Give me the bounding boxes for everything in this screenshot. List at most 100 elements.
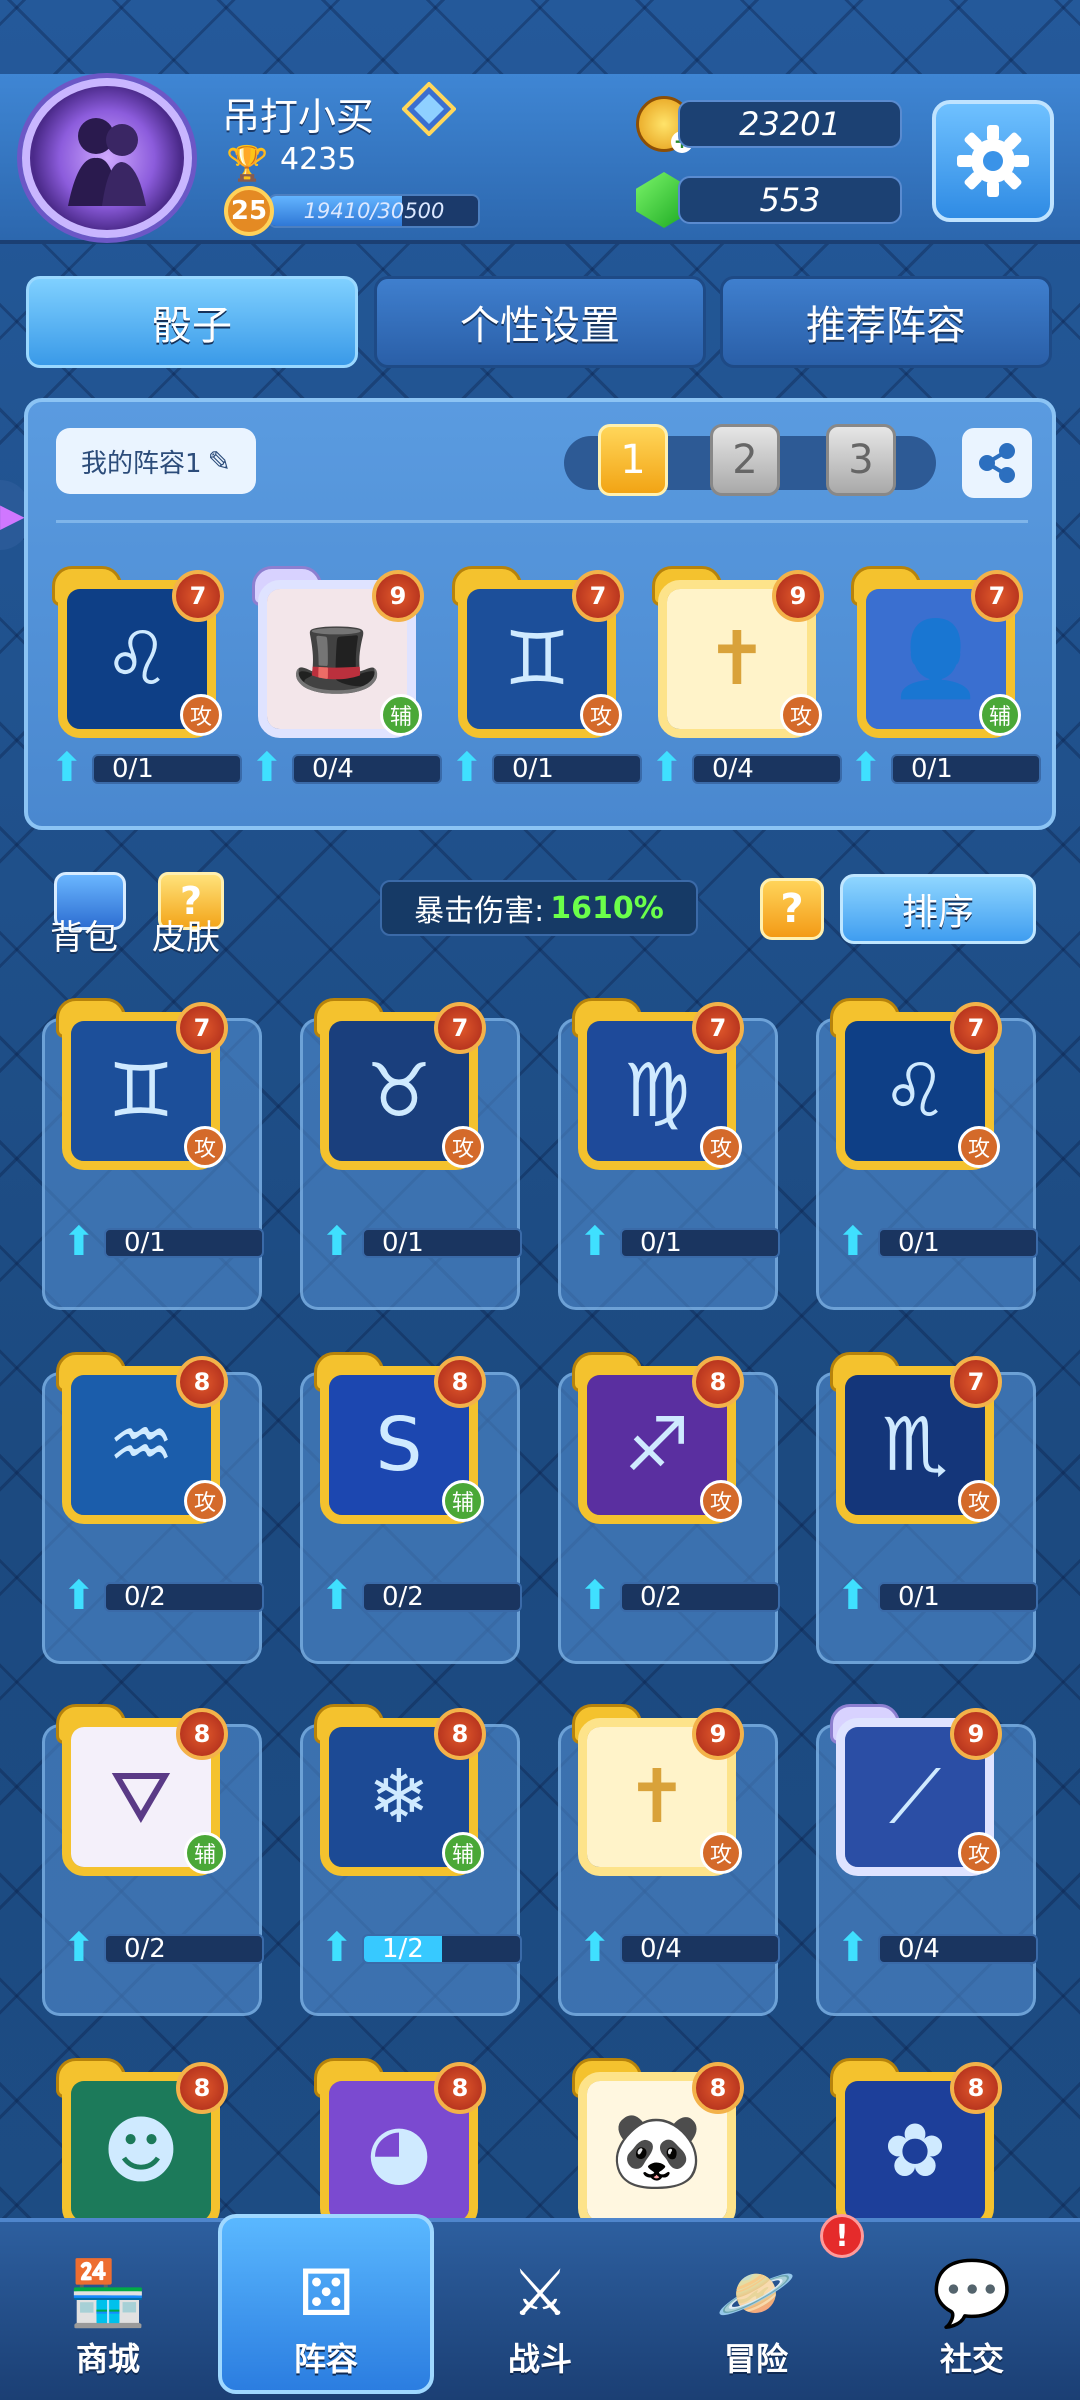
help-button[interactable]: ? xyxy=(760,878,824,940)
deck-die-card[interactable]: ✝ 9 攻 xyxy=(652,566,824,738)
nav-item-swords[interactable]: ⚔ 战斗 xyxy=(440,2230,640,2390)
upgrade-arrow-icon: ⬆ xyxy=(849,745,883,791)
sort-button[interactable]: 排序 xyxy=(840,874,1036,944)
card-role-badge: 攻 xyxy=(958,1832,1000,1874)
collection-die-card[interactable]: ✝ 9 攻 xyxy=(572,1704,744,1876)
upgrade-progress: ⬆ 0/4 xyxy=(650,748,844,788)
upgrade-progress: ⬆ 0/2 xyxy=(62,1928,266,1968)
collection-die-card[interactable]: ⛛ 8 辅 xyxy=(56,1704,228,1876)
deck-name: 我的阵容1 xyxy=(80,448,202,479)
card-role-badge: 辅 xyxy=(442,1480,484,1522)
card-level-badge: 8 xyxy=(434,1708,486,1760)
progress-bar: 0/2 xyxy=(362,1582,522,1612)
card-level-badge: 7 xyxy=(971,570,1023,622)
deck-slot-1[interactable]: 1 xyxy=(598,424,668,496)
progress-bar: 0/1 xyxy=(362,1228,522,1258)
card-role-badge: 攻 xyxy=(700,1832,742,1874)
deck-slot-3[interactable]: 3 xyxy=(826,424,896,496)
progress-bar: 0/1 xyxy=(104,1228,264,1258)
collection-die-card[interactable]: ♊ 7 攻 xyxy=(56,998,228,1170)
skin-label[interactable]: 皮肤 xyxy=(152,910,220,959)
progress-text: 0/1 xyxy=(382,1228,424,1258)
chat-icon: 💬 xyxy=(932,2257,1012,2331)
backpack-label[interactable]: 背包 xyxy=(50,910,118,959)
card-level-badge: 7 xyxy=(172,570,224,622)
progress-bar: 1/2 xyxy=(362,1934,522,1964)
deck-slot-2[interactable]: 2 xyxy=(710,424,780,496)
card-level-badge: 8 xyxy=(434,2062,486,2114)
deck-name-button[interactable]: 我的阵容1 ✎ xyxy=(56,428,256,494)
upgrade-arrow-icon: ⬆ xyxy=(836,1219,870,1265)
card-level-badge: 9 xyxy=(692,1708,744,1760)
upgrade-progress: ⬆ 1/2 xyxy=(320,1928,524,1968)
collection-die-card[interactable]: ✿ 8 xyxy=(830,2058,1002,2230)
progress-text: 0/1 xyxy=(124,1228,166,1258)
upgrade-progress: ⬆ 0/2 xyxy=(578,1576,782,1616)
adventure-alert-badge: ! xyxy=(820,2214,864,2258)
upgrade-arrow-icon: ⬆ xyxy=(320,1573,354,1619)
trophy-count: 4235 xyxy=(280,142,357,177)
upgrade-arrow-icon: ⬆ xyxy=(50,745,84,791)
avatar[interactable] xyxy=(22,78,192,238)
card-level-badge: 7 xyxy=(572,570,624,622)
crit-label: 暴击伤害: xyxy=(414,894,545,929)
progress-bar: 0/1 xyxy=(878,1582,1038,1612)
progress-text: 0/1 xyxy=(512,754,554,784)
upgrade-progress: ⬆ 0/1 xyxy=(62,1222,266,1262)
collection-die-card[interactable]: ⟋ 9 攻 xyxy=(830,1704,1002,1876)
nav-item-planet[interactable]: 🪐 冒险 xyxy=(656,2230,856,2390)
collection-die-card[interactable]: ♒ 8 攻 xyxy=(56,1352,228,1524)
progress-text: 0/1 xyxy=(112,754,154,784)
collection-die-card[interactable]: ♐ 8 攻 xyxy=(572,1352,744,1524)
collection-die-card[interactable]: ◕ 8 xyxy=(314,2058,486,2230)
tab-dice[interactable]: 骰子 xyxy=(26,276,358,368)
deck-divider xyxy=(56,520,1028,523)
card-role-badge: 攻 xyxy=(780,694,822,736)
card-role-badge: 辅 xyxy=(442,1832,484,1874)
deck-die-card[interactable]: 🎩 9 辅 xyxy=(252,566,424,738)
progress-text: 1/2 xyxy=(382,1934,424,1964)
deck-die-card[interactable]: 👤 7 辅 xyxy=(851,566,1023,738)
upgrade-arrow-icon: ⬆ xyxy=(62,1573,96,1619)
collection-die-card[interactable]: ♍ 7 攻 xyxy=(572,998,744,1170)
upgrade-progress: ⬆ 0/1 xyxy=(50,748,244,788)
tab-customize[interactable]: 个性设置 xyxy=(374,276,706,368)
card-level-badge: 8 xyxy=(176,1708,228,1760)
coin-balance: 23201 xyxy=(678,100,902,148)
collection-die-card[interactable]: 🐼 8 xyxy=(572,2058,744,2230)
gear-icon xyxy=(957,125,1029,197)
progress-bar: 0/4 xyxy=(692,754,842,784)
trophy-icon: 🏆 xyxy=(226,144,269,184)
collection-die-card[interactable]: ♌ 7 攻 xyxy=(830,998,1002,1170)
collection-die-card[interactable]: ♏ 7 攻 xyxy=(830,1352,1002,1524)
collection-die-card[interactable]: ♉ 7 攻 xyxy=(314,998,486,1170)
collection-die-card[interactable]: S8辅 xyxy=(314,1352,486,1524)
upgrade-arrow-icon: ⬆ xyxy=(62,1219,96,1265)
upgrade-arrow-icon: ⬆ xyxy=(836,1573,870,1619)
nav-item-shop[interactable]: 🏪 商城 xyxy=(8,2230,208,2390)
deck-die-card[interactable]: ♌ 7 攻 xyxy=(52,566,224,738)
rank-badge-icon[interactable] xyxy=(401,81,457,137)
deck-die-card[interactable]: ♊ 7 攻 xyxy=(452,566,624,738)
upgrade-progress: ⬆ 0/2 xyxy=(320,1576,524,1616)
card-role-badge: 攻 xyxy=(580,694,622,736)
progress-text: 0/4 xyxy=(898,1934,940,1964)
progress-bar: 0/1 xyxy=(92,754,242,784)
card-role-badge: 辅 xyxy=(380,694,422,736)
upgrade-progress: ⬆ 0/4 xyxy=(250,748,444,788)
nav-item-dice[interactable]: ⚄ 阵容 xyxy=(226,2230,426,2390)
tab-recommended[interactable]: 推荐阵容 xyxy=(720,276,1052,368)
card-level-badge: 9 xyxy=(950,1708,1002,1760)
collection-die-card[interactable]: ❄ 8 辅 xyxy=(314,1704,486,1876)
crit-value: 1610% xyxy=(550,890,664,926)
nav-item-chat[interactable]: 💬 社交 xyxy=(872,2230,1072,2390)
card-level-badge: 7 xyxy=(950,1356,1002,1408)
dice-icon: ⚄ xyxy=(298,2257,354,2331)
settings-button[interactable] xyxy=(932,100,1054,222)
collection-die-card[interactable]: ☻ 8 xyxy=(56,2058,228,2230)
upgrade-progress: ⬆ 0/1 xyxy=(320,1222,524,1262)
share-button[interactable] xyxy=(962,428,1032,498)
card-level-badge: 8 xyxy=(692,2062,744,2114)
upgrade-progress: ⬆ 0/1 xyxy=(578,1222,782,1262)
card-level-badge: 7 xyxy=(692,1002,744,1054)
